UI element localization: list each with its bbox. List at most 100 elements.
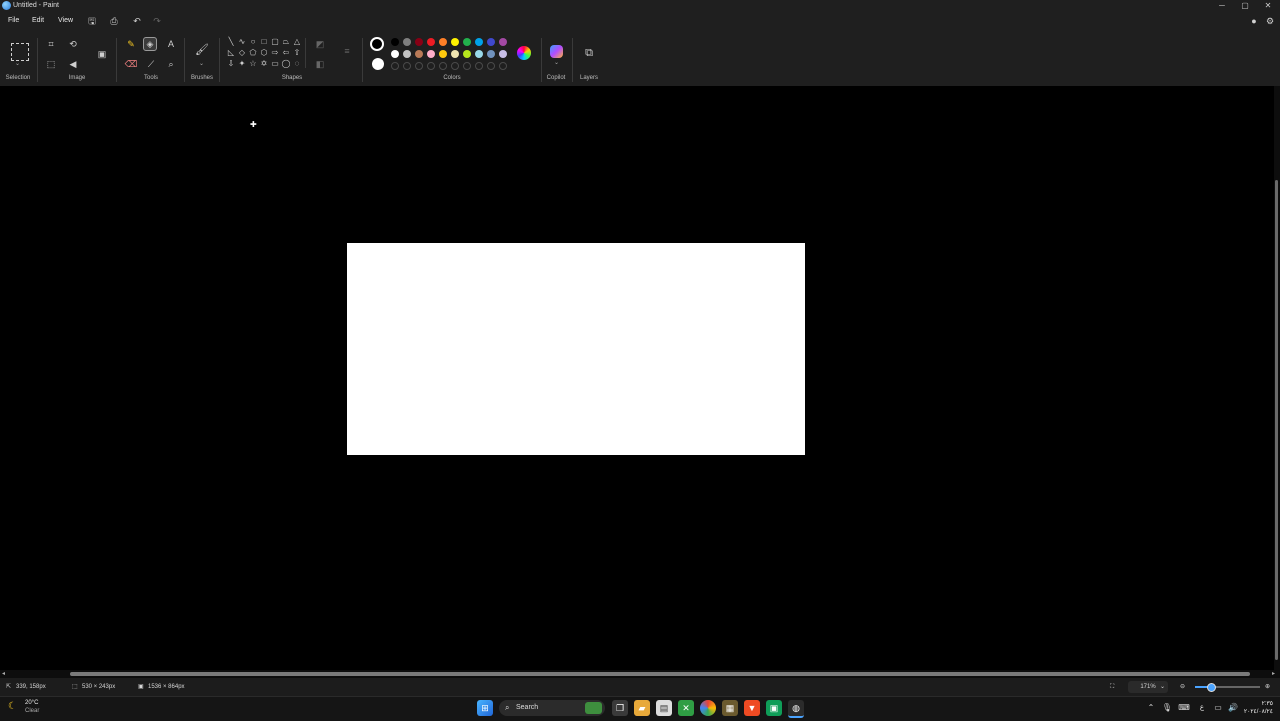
- redo-icon[interactable]: ↷: [150, 14, 164, 28]
- custom-color-slot[interactable]: [403, 62, 411, 70]
- shape-size-icon[interactable]: ≡: [340, 44, 354, 58]
- right-triangle-shape-icon[interactable]: ◺: [226, 48, 236, 58]
- zoom-slider-thumb[interactable]: [1207, 683, 1216, 692]
- custom-color-slot[interactable]: [451, 62, 459, 70]
- up-arrow-shape-icon[interactable]: ⇧: [292, 48, 302, 58]
- keyboard-icon[interactable]: ⌨: [1178, 700, 1190, 716]
- crop-icon[interactable]: ⌗: [44, 37, 58, 51]
- brush-icon[interactable]: 🖌: [195, 43, 209, 57]
- palette-color-swatch[interactable]: [391, 38, 399, 46]
- custom-color-slot[interactable]: [415, 62, 423, 70]
- file-explorer-icon[interactable]: ▰: [634, 700, 650, 716]
- palette-color-swatch[interactable]: [403, 38, 411, 46]
- rotate-icon[interactable]: ⟲: [66, 37, 80, 51]
- store-icon[interactable]: ▤: [656, 700, 672, 716]
- curve-shape-icon[interactable]: ∿: [237, 37, 247, 47]
- chrome-icon[interactable]: [700, 700, 716, 716]
- start-icon[interactable]: ⊞: [477, 700, 493, 716]
- palette-color-swatch[interactable]: [475, 38, 483, 46]
- custom-color-slot[interactable]: [487, 62, 495, 70]
- outline-icon[interactable]: ◩: [313, 37, 327, 51]
- custom-color-slot[interactable]: [391, 62, 399, 70]
- fit-to-window-icon[interactable]: ⛶: [1110, 680, 1114, 694]
- tray-overflow-icon[interactable]: ⌃: [1145, 700, 1157, 716]
- primary-color-swatch[interactable]: [370, 37, 384, 51]
- save-icon[interactable]: 🖫: [85, 14, 99, 28]
- menu-view[interactable]: View: [55, 14, 76, 28]
- diamond-shape-icon[interactable]: ◇: [237, 48, 247, 58]
- settings-icon[interactable]: ⚙: [1263, 14, 1277, 28]
- custom-color-slot[interactable]: [475, 62, 483, 70]
- palette-color-swatch[interactable]: [415, 38, 423, 46]
- copilot-icon[interactable]: [550, 45, 563, 58]
- close-button[interactable]: ✕: [1256, 0, 1280, 12]
- right-arrow-shape-icon[interactable]: ⇨: [270, 48, 280, 58]
- hexagon-shape-icon[interactable]: ⬡: [259, 48, 269, 58]
- scroll-right-icon[interactable]: ▸: [1272, 670, 1275, 677]
- rounded-rectangle-shape-icon[interactable]: ▢: [270, 37, 280, 47]
- custom-color-slot[interactable]: [427, 62, 435, 70]
- custom-color-slot[interactable]: [439, 62, 447, 70]
- six-point-star-shape-icon[interactable]: ✡: [259, 59, 269, 69]
- palette-color-swatch[interactable]: [439, 38, 447, 46]
- palette-color-swatch[interactable]: [427, 50, 435, 58]
- palette-color-swatch[interactable]: [475, 50, 483, 58]
- scroll-left-icon[interactable]: ◂: [2, 670, 5, 677]
- shape-fill-icon[interactable]: ◧: [313, 57, 327, 71]
- zoom-in-icon[interactable]: ⊕: [1265, 680, 1270, 694]
- xbox-icon[interactable]: ✕: [678, 700, 694, 716]
- custom-color-slot[interactable]: [499, 62, 507, 70]
- selection-dropdown-icon[interactable]: ⌄: [15, 60, 20, 67]
- copilot-dropdown-icon[interactable]: ⌄: [554, 59, 559, 66]
- account-icon[interactable]: ●: [1247, 14, 1261, 28]
- palette-color-swatch[interactable]: [499, 50, 507, 58]
- callout-cloud-shape-icon[interactable]: ◌: [292, 59, 302, 69]
- brush-dropdown-icon[interactable]: ⌄: [199, 60, 204, 67]
- eraser-icon[interactable]: ⌫: [124, 57, 138, 71]
- custom-color-slot[interactable]: [463, 62, 471, 70]
- palette-color-swatch[interactable]: [403, 50, 411, 58]
- pencil-icon[interactable]: ✎: [124, 37, 138, 51]
- resize-icon[interactable]: ⬚: [44, 57, 58, 71]
- search-highlight-icon[interactable]: [585, 702, 602, 714]
- palette-color-swatch[interactable]: [451, 50, 459, 58]
- edit-colors-icon[interactable]: [517, 46, 531, 60]
- down-arrow-shape-icon[interactable]: ⇩: [226, 59, 236, 69]
- clock-date[interactable]: ٢٠٢٤/٠٨/٢٤: [1238, 708, 1273, 716]
- oval-shape-icon[interactable]: ○: [248, 37, 258, 47]
- brave-icon[interactable]: ▼: [744, 700, 760, 716]
- pentagon-shape-icon[interactable]: ⬠: [248, 48, 258, 58]
- palette-color-swatch[interactable]: [415, 50, 423, 58]
- weather-temp[interactable]: 20°C: [25, 699, 38, 707]
- palette-color-swatch[interactable]: [463, 38, 471, 46]
- line-shape-icon[interactable]: ╲: [226, 37, 236, 47]
- zoom-out-icon[interactable]: ⊖: [1180, 680, 1185, 694]
- minimize-button[interactable]: ─: [1210, 0, 1234, 12]
- horizontal-scroll-thumb[interactable]: [70, 672, 1250, 676]
- palette-color-swatch[interactable]: [439, 50, 447, 58]
- vertical-scroll-thumb[interactable]: [1275, 180, 1278, 660]
- text-icon[interactable]: A: [164, 37, 178, 51]
- sheets-icon[interactable]: ▣: [766, 700, 782, 716]
- background-removal-icon[interactable]: ▣: [95, 47, 109, 61]
- task-view-icon[interactable]: ❐: [612, 700, 628, 716]
- zoom-dropdown-icon[interactable]: ⌄: [1160, 680, 1165, 694]
- menu-edit[interactable]: Edit: [29, 14, 47, 28]
- secondary-color-swatch[interactable]: [372, 58, 384, 70]
- layers-icon[interactable]: ⧉: [582, 46, 596, 60]
- palette-color-swatch[interactable]: [427, 38, 435, 46]
- menu-file[interactable]: File: [5, 14, 22, 28]
- color-picker-icon[interactable]: ⟋: [144, 57, 158, 71]
- drawing-canvas[interactable]: [347, 243, 805, 455]
- weather-desc[interactable]: Clear: [25, 707, 39, 715]
- triangle-shape-icon[interactable]: △: [292, 37, 302, 47]
- weather-icon[interactable]: ☾: [8, 700, 22, 714]
- callout-rect-shape-icon[interactable]: ▭: [270, 59, 280, 69]
- rectangle-shape-icon[interactable]: □: [259, 37, 269, 47]
- maximize-button[interactable]: ▢: [1233, 0, 1257, 12]
- palette-color-swatch[interactable]: [451, 38, 459, 46]
- flip-icon[interactable]: ◀: [66, 57, 80, 71]
- clock-time[interactable]: ٢:٣٥: [1245, 700, 1273, 708]
- undo-icon[interactable]: ↶: [130, 14, 144, 28]
- palette-color-swatch[interactable]: [487, 38, 495, 46]
